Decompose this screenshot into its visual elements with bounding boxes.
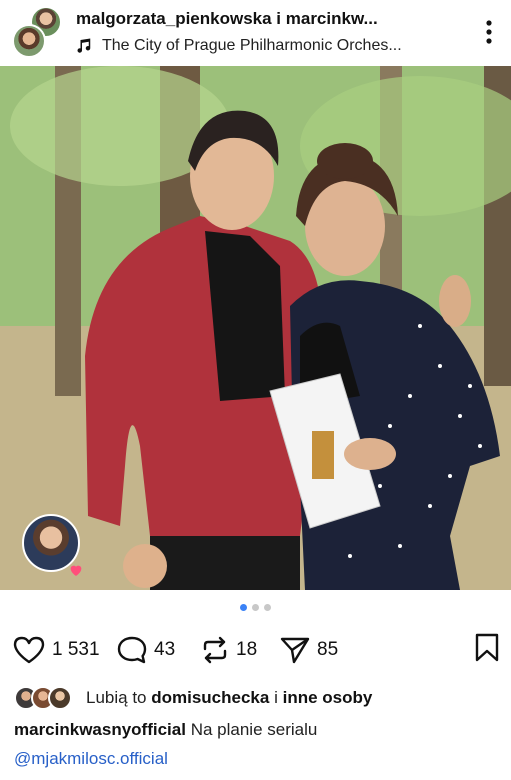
caption-mention[interactable]: @mjakmilosc.official	[14, 749, 168, 769]
liked-by-text: Lubią to domisuchecka i inne osoby	[86, 688, 372, 708]
post-header: malgorzata_pienkowska i marcinkw... The …	[0, 0, 511, 66]
carousel-indicator	[0, 604, 511, 616]
repost-button[interactable]: 18	[200, 632, 257, 668]
repost-count: 18	[236, 639, 258, 660]
liked-by-prefix: Lubią to	[86, 688, 147, 707]
repost-icon	[203, 636, 227, 664]
caption-text: Na planie serialu	[190, 720, 318, 739]
post-authors[interactable]: malgorzata_pienkowska i marcinkw...	[76, 9, 378, 29]
share-button[interactable]: 85	[279, 632, 338, 668]
bookmark-icon[interactable]	[473, 632, 501, 664]
comment-count: 43	[154, 639, 176, 660]
heart-badge-icon	[70, 565, 82, 576]
post-caption: marcinkwasnyofficial Na planie serialu	[14, 720, 317, 740]
like-count: 1 531	[52, 639, 100, 660]
liked-by-user[interactable]: domisuchecka	[151, 688, 269, 707]
comment-button[interactable]: 43	[116, 632, 175, 668]
photo-scene	[0, 66, 511, 590]
music-note-icon	[77, 38, 91, 53]
comment-icon	[117, 636, 147, 664]
audio-track[interactable]: The City of Prague Philharmonic Orches..…	[76, 37, 402, 55]
liked-by-connector: i	[274, 688, 278, 707]
heart-icon	[13, 636, 45, 664]
post-image[interactable]	[0, 66, 511, 590]
avatar	[48, 686, 72, 710]
share-count: 85	[317, 639, 339, 660]
action-bar: 1 531 43 18 85	[0, 632, 511, 668]
caption-author[interactable]: marcinkwasnyofficial	[14, 720, 186, 739]
avatar-stack[interactable]	[12, 6, 64, 58]
liked-by-others[interactable]: inne osoby	[283, 688, 373, 707]
share-icon	[280, 637, 310, 664]
more-icon[interactable]	[478, 18, 500, 46]
avatar[interactable]	[12, 24, 46, 58]
like-button[interactable]: 1 531	[12, 632, 100, 668]
audio-track-title: The City of Prague Philharmonic Orches..…	[102, 37, 402, 54]
carousel-dot	[264, 604, 271, 611]
liked-by[interactable]: Lubią to domisuchecka i inne osoby	[14, 683, 504, 713]
carousel-dot	[252, 604, 259, 611]
carousel-dot-active	[240, 604, 247, 611]
